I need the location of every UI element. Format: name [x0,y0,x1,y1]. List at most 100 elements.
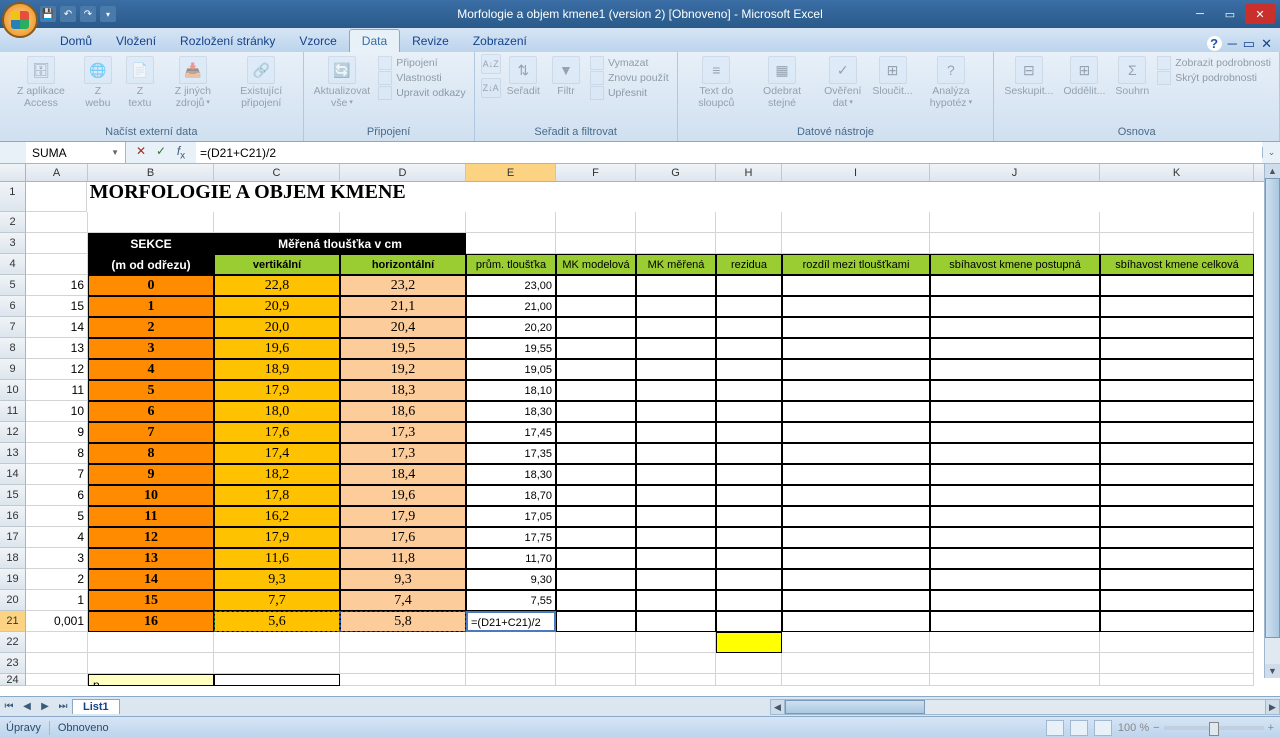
row-header[interactable]: 16 [0,506,26,527]
formula-input[interactable]: =(D21+C21)/2 [196,142,1262,163]
row-header[interactable]: 12 [0,422,26,443]
col-header[interactable]: D [340,164,466,181]
cancel-icon[interactable]: ✕ [132,144,150,161]
cell[interactable]: 7,4 [340,590,466,611]
cell[interactable]: 20,0 [214,317,340,338]
header-cell[interactable]: Měřená tloušťka v cm [214,233,466,254]
close-button[interactable]: ✕ [1245,4,1275,24]
cell[interactable]: 4 [88,359,214,380]
edit-links-button[interactable]: Upravit odkazy [378,86,465,100]
cell[interactable]: 0,001 [26,611,88,632]
cell[interactable]: 19,05 [466,359,556,380]
cell[interactable]: 2 [26,569,88,590]
filter-button[interactable]: ▼Filtr [546,54,586,100]
cell[interactable]: 17,8 [214,485,340,506]
expand-formula-icon[interactable]: ⌄ [1262,147,1280,158]
tab-zobrazeni[interactable]: Zobrazení [461,30,539,52]
cell[interactable]: 17,45 [466,422,556,443]
col-header[interactable]: E [466,164,556,181]
row-header[interactable]: 5 [0,275,26,296]
cell[interactable]: 1 [88,296,214,317]
cell[interactable]: 18,30 [466,401,556,422]
cell[interactable] [930,233,1100,254]
cell[interactable]: 11 [88,506,214,527]
header-cell[interactable]: rozdíl mezi tloušťkami [782,254,930,275]
cell[interactable] [556,233,636,254]
cell[interactable]: 16 [88,611,214,632]
cell[interactable]: 7 [88,422,214,443]
cell[interactable]: 7,55 [466,590,556,611]
tab-nav-last-icon[interactable]: ⏭ [54,701,72,712]
window-close-icon[interactable]: ✕ [1261,36,1272,52]
cell[interactable]: 23,00 [466,275,556,296]
name-box[interactable]: SUMA▼ [26,142,126,163]
text-to-columns-button[interactable]: ≡Text do sloupců [684,54,749,111]
tab-vlozeni[interactable]: Vložení [104,30,168,52]
properties-button[interactable]: Vlastnosti [378,71,465,85]
cell[interactable]: 18,9 [214,359,340,380]
existing-conn-button[interactable]: 🔗Existující připojení [226,54,297,111]
cell[interactable] [26,254,88,275]
window-minimize-icon[interactable]: ─ [1228,36,1237,52]
cell[interactable]: 4 [26,527,88,548]
row-header[interactable]: 4 [0,254,26,275]
col-header[interactable]: K [1100,164,1254,181]
zoom-out-icon[interactable]: − [1153,722,1159,734]
row-header[interactable]: 6 [0,296,26,317]
cell[interactable]: p [88,674,214,686]
select-all-corner[interactable] [0,164,26,181]
consolidate-button[interactable]: ⊞Sloučit... [873,54,913,100]
row-header[interactable]: 20 [0,590,26,611]
active-cell[interactable]: =(D21+C21)/2 [466,611,556,632]
refresh-all-button[interactable]: 🔄Aktualizovat vše▾ [310,54,375,111]
row-header[interactable]: 8 [0,338,26,359]
header-cell[interactable]: SEKCE [88,233,214,254]
row-header[interactable]: 21 [0,611,26,632]
header-cell[interactable]: prům. tloušťka [466,254,556,275]
cell[interactable]: 5,8 [340,611,466,632]
cell[interactable]: 17,9 [214,380,340,401]
cell[interactable]: 14 [88,569,214,590]
save-icon[interactable]: 💾 [40,6,56,22]
cell[interactable] [782,233,930,254]
col-header[interactable]: C [214,164,340,181]
cell[interactable]: 8 [26,443,88,464]
cell[interactable]: 11,8 [340,548,466,569]
cell[interactable] [636,632,716,653]
zoom-in-icon[interactable]: + [1268,722,1274,734]
validation-button[interactable]: ✓Ověření dat▾ [815,54,870,111]
cell[interactable]: 18,3 [340,380,466,401]
show-detail-button[interactable]: Zobrazit podrobnosti [1157,56,1271,70]
row-header[interactable]: 3 [0,233,26,254]
cell[interactable] [466,632,556,653]
cell[interactable]: 9 [26,422,88,443]
cell[interactable]: 20,4 [340,317,466,338]
row-header[interactable]: 13 [0,443,26,464]
col-header[interactable]: A [26,164,88,181]
enter-icon[interactable]: ✓ [152,144,170,161]
header-cell[interactable]: MK modelová [556,254,636,275]
cell[interactable]: 17,4 [214,443,340,464]
col-header[interactable]: F [556,164,636,181]
row-header[interactable]: 9 [0,359,26,380]
window-restore-icon[interactable]: ▭ [1243,36,1255,52]
fx-icon[interactable]: fx [172,144,190,161]
cell[interactable]: 19,6 [340,485,466,506]
tab-nav-prev-icon[interactable]: ◀ [18,701,36,712]
cell[interactable]: 19,6 [214,338,340,359]
cell[interactable]: 11,6 [214,548,340,569]
cell[interactable]: 21,00 [466,296,556,317]
col-header[interactable]: J [930,164,1100,181]
cell[interactable]: 5 [26,506,88,527]
cell[interactable]: 17,9 [214,527,340,548]
cell[interactable] [26,233,88,254]
row-header[interactable]: 14 [0,464,26,485]
hide-detail-button[interactable]: Skrýt podrobnosti [1157,71,1271,85]
cell[interactable]: 17,75 [466,527,556,548]
header-cell[interactable]: MK měřená [636,254,716,275]
cell[interactable]: 5 [88,380,214,401]
page-layout-view-icon[interactable] [1070,720,1088,736]
from-other-button[interactable]: 📥Z jiných zdrojů▾ [162,54,224,111]
cell[interactable]: 16,2 [214,506,340,527]
cell[interactable]: 17,35 [466,443,556,464]
